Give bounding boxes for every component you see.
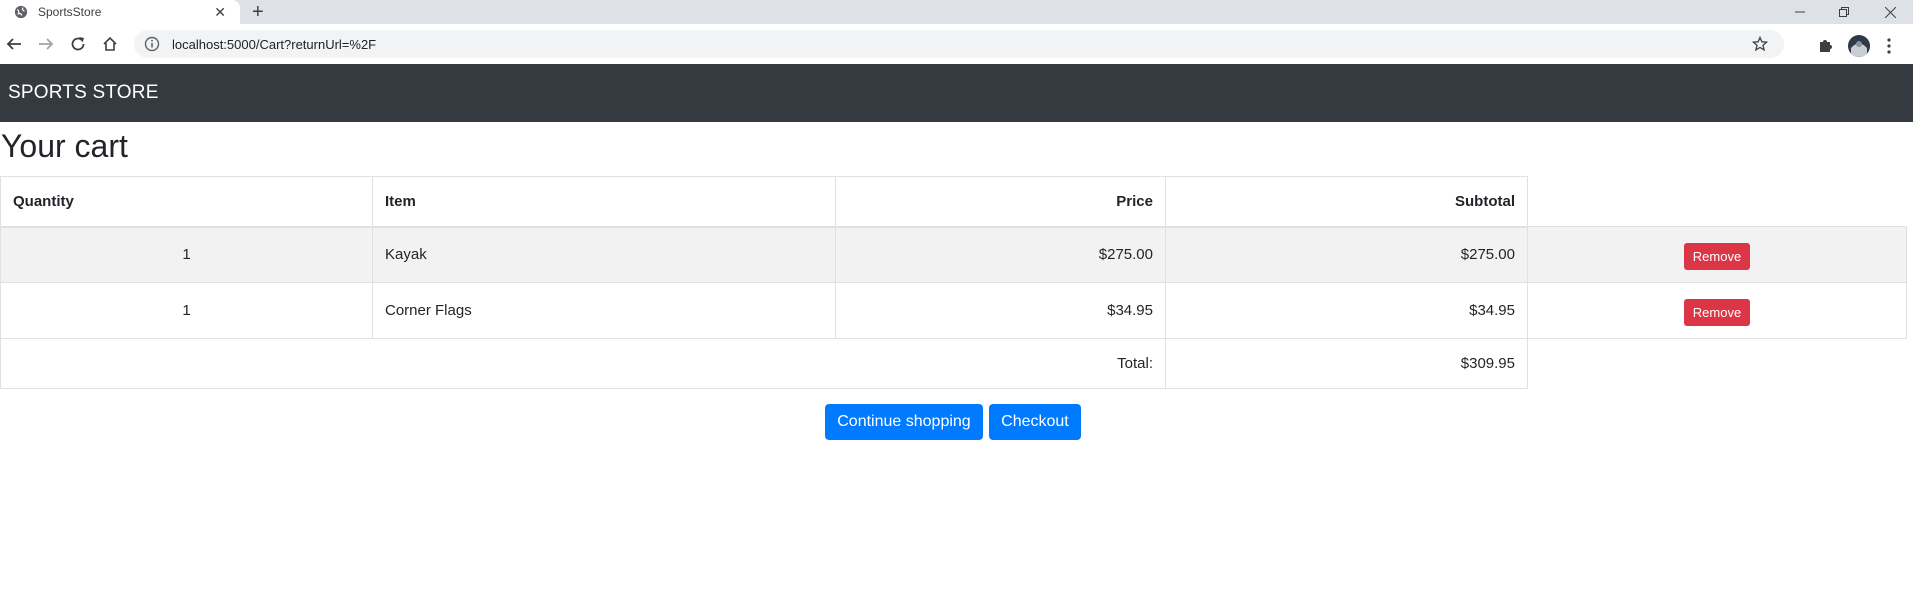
column-header-price: Price (835, 176, 1166, 228)
row-quantity: 1 (0, 282, 373, 339)
row-action-cell: Remove (1527, 226, 1907, 283)
tab-title: SportsStore (38, 5, 102, 19)
brand-logo-text[interactable]: SPORTS STORE (8, 82, 159, 104)
total-row: Total: $309.95 (0, 338, 1907, 389)
new-tab-icon[interactable]: + (252, 1, 264, 23)
table-header-row: Quantity Item Price Subtotal (0, 176, 1907, 228)
column-header-quantity: Quantity (0, 176, 373, 228)
profile-avatar[interactable] (1848, 35, 1870, 57)
row-quantity: 1 (0, 226, 373, 283)
close-tab-icon[interactable]: ✕ (214, 5, 226, 19)
minimize-icon[interactable] (1777, 0, 1823, 24)
home-icon[interactable] (100, 34, 120, 54)
remove-button[interactable]: Remove (1683, 242, 1751, 270)
row-price: $34.95 (835, 282, 1166, 339)
forward-icon[interactable] (36, 34, 56, 54)
remove-button[interactable]: Remove (1683, 298, 1751, 326)
total-label: Total: (0, 338, 1166, 389)
reload-icon[interactable] (68, 34, 88, 54)
table-row: 1 Kayak $275.00 $275.00 Remove (0, 226, 1907, 283)
table-row: 1 Corner Flags $34.95 $34.95 Remove (0, 282, 1907, 339)
extensions-puzzle-icon[interactable] (1817, 36, 1835, 54)
continue-shopping-button[interactable]: Continue shopping (825, 404, 983, 440)
row-subtotal: $275.00 (1165, 226, 1528, 283)
back-icon[interactable] (4, 34, 24, 54)
browser-toolbar: localhost:5000/Cart?returnUrl=%2F (0, 24, 1913, 64)
row-action-cell: Remove (1527, 282, 1907, 339)
site-navbar: SPORTS STORE (0, 64, 1913, 122)
restore-icon[interactable] (1821, 0, 1867, 24)
page-title: Your cart (1, 128, 128, 164)
browser-tab-strip: SportsStore ✕ + (0, 0, 1913, 24)
row-subtotal: $34.95 (1165, 282, 1528, 339)
total-value: $309.95 (1165, 338, 1528, 389)
cart-actions: Continue shopping Checkout (0, 404, 1906, 440)
close-window-icon[interactable] (1867, 0, 1913, 24)
page-viewport: SPORTS STORE Your cart Quantity Item Pri… (0, 64, 1913, 614)
row-item: Kayak (372, 226, 836, 283)
checkout-button[interactable]: Checkout (989, 404, 1081, 440)
browser-tab[interactable]: SportsStore ✕ (0, 0, 240, 24)
address-bar[interactable]: localhost:5000/Cart?returnUrl=%2F (134, 30, 1784, 58)
bookmark-star-icon[interactable] (1752, 36, 1768, 52)
row-item: Corner Flags (372, 282, 836, 339)
column-header-subtotal: Subtotal (1165, 176, 1528, 228)
info-icon[interactable] (144, 36, 160, 52)
column-header-item: Item (372, 176, 836, 228)
globe-icon (14, 5, 28, 19)
url-text: localhost:5000/Cart?returnUrl=%2F (172, 36, 377, 52)
row-price: $275.00 (835, 226, 1166, 283)
browser-menu-icon[interactable] (1886, 37, 1892, 55)
cart-table: Quantity Item Price Subtotal 1 Kayak $27… (0, 176, 1907, 389)
empty-cell (1528, 339, 1907, 389)
